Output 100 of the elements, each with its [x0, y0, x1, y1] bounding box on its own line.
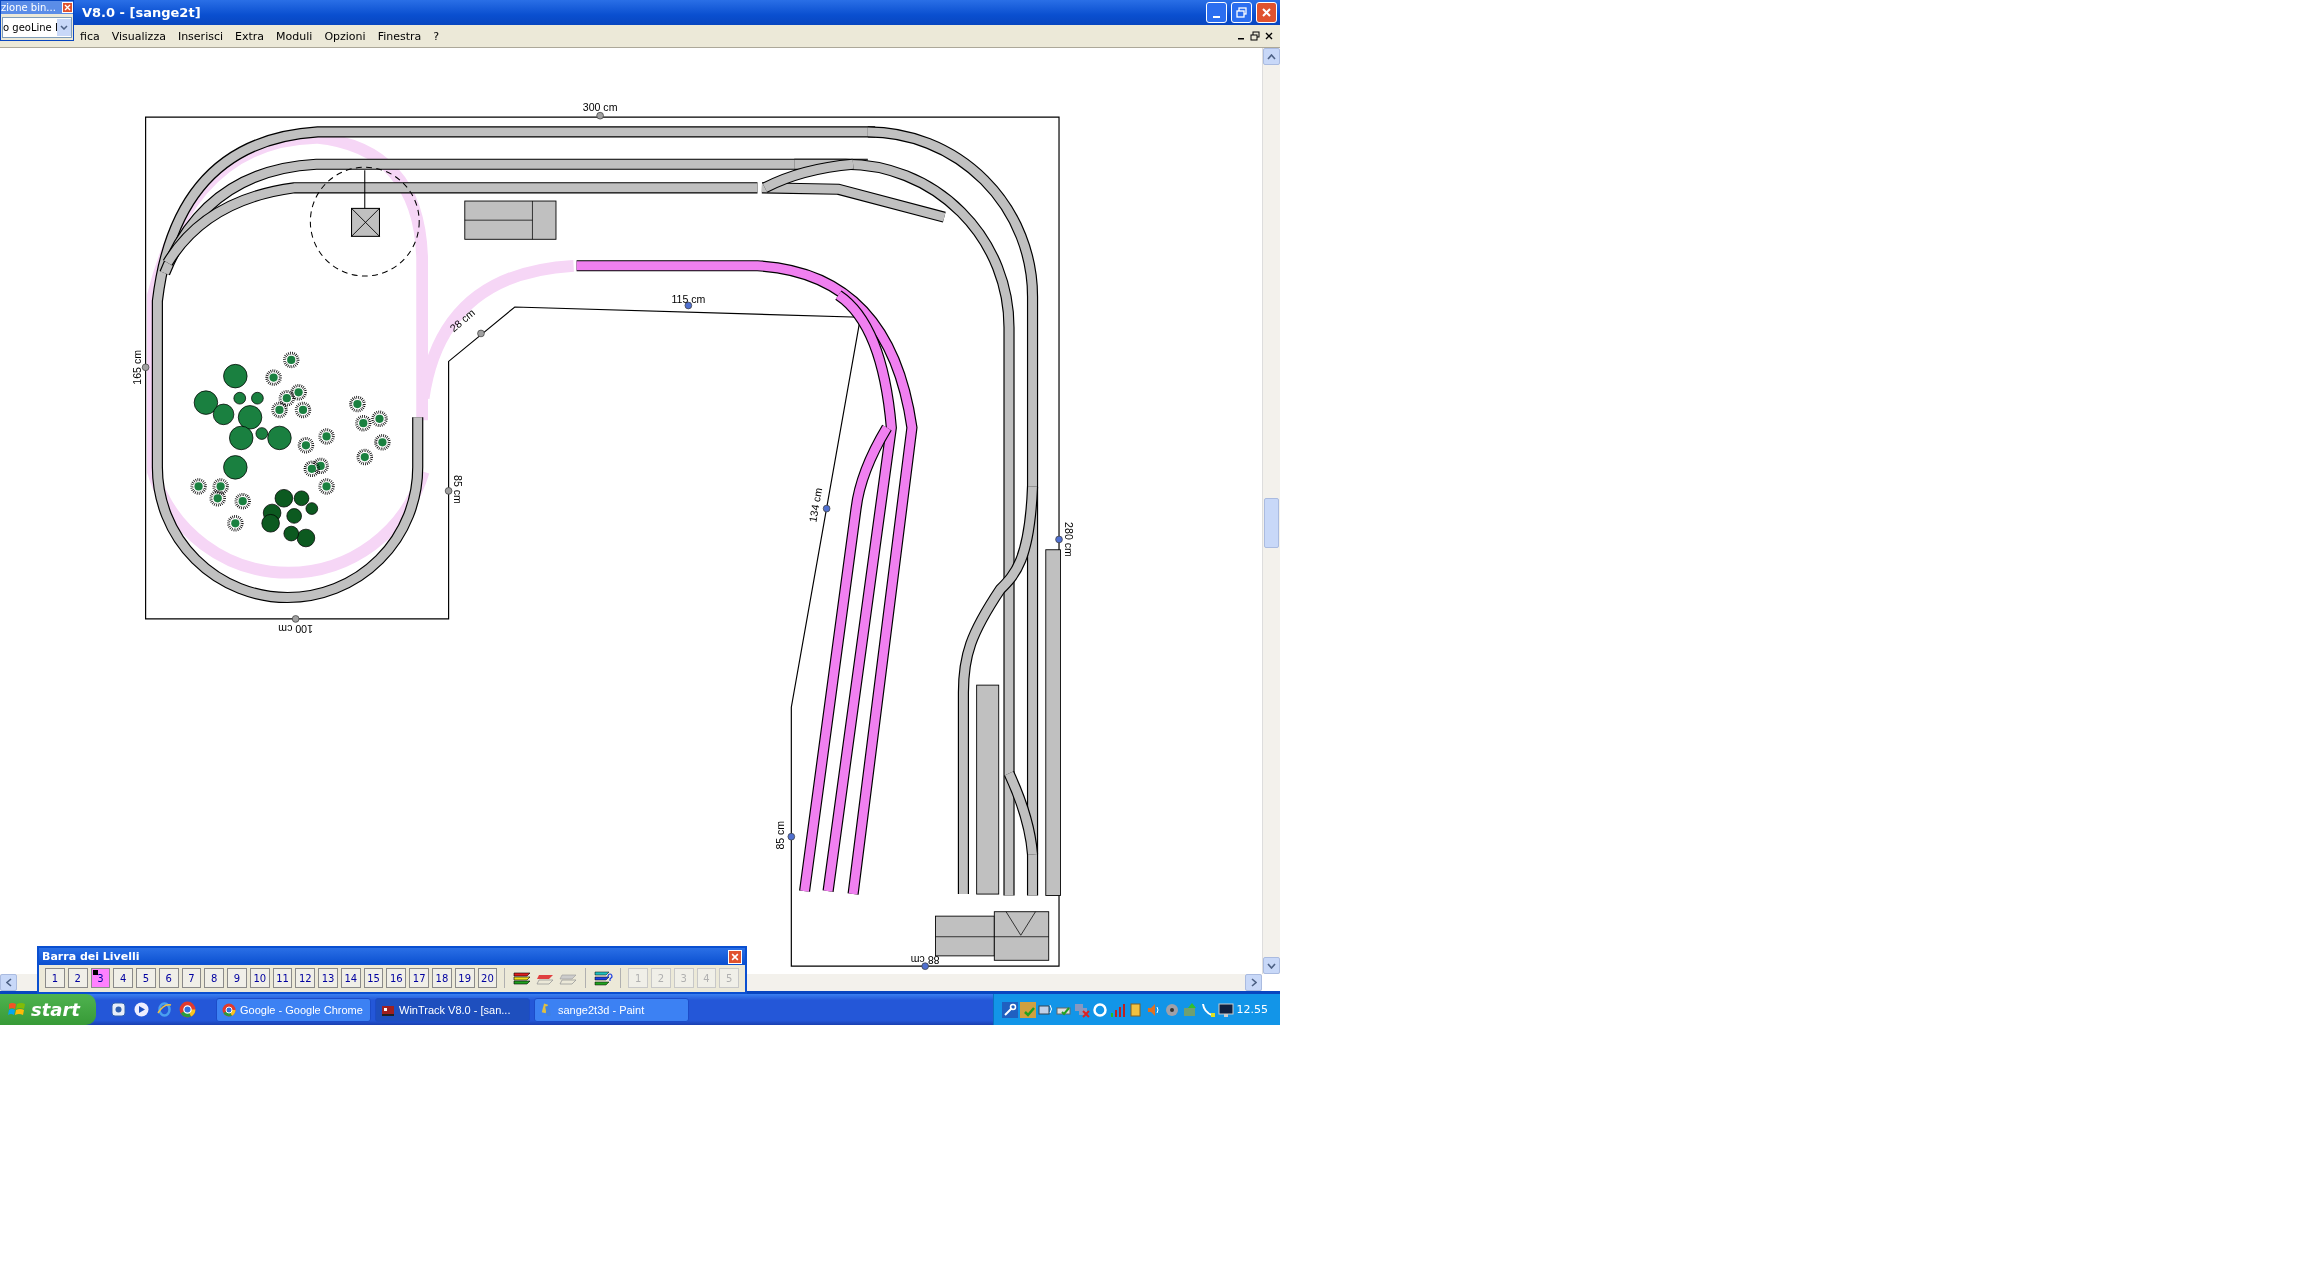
scroll-up-button[interactable]: [1263, 48, 1280, 65]
monitor-icon[interactable]: [1218, 1001, 1234, 1018]
dimension-label: 100 cm: [278, 622, 313, 635]
close-button[interactable]: [728, 949, 742, 964]
level-button[interactable]: 3: [90, 968, 111, 988]
chrome-icon[interactable]: [179, 1001, 196, 1018]
level-button[interactable]: 11: [272, 968, 293, 988]
dimension-label: 134 cm: [806, 486, 825, 524]
close-button[interactable]: [1256, 2, 1277, 23]
tree: [190, 478, 207, 495]
menu-item[interactable]: Finestra: [371, 29, 428, 43]
toolbar-title: Barra dei Livelli: [42, 950, 140, 963]
close-icon: [1261, 7, 1272, 18]
level-button[interactable]: 6: [158, 968, 179, 988]
dimension-handle[interactable]: [1055, 535, 1063, 544]
tree: [355, 414, 372, 432]
paint-brush-icon: [540, 1002, 554, 1017]
wrench-icon[interactable]: [1002, 1001, 1018, 1018]
arrow-up-icon: [1267, 53, 1276, 60]
dimension-handle[interactable]: [921, 962, 929, 970]
level-button[interactable]: 14: [340, 968, 361, 988]
level-button[interactable]: 2: [67, 968, 88, 988]
clock: 12.55: [1236, 1003, 1269, 1016]
dimension-handle[interactable]: [477, 329, 485, 338]
layers-icon[interactable]: [593, 969, 614, 987]
tree: [271, 401, 288, 419]
taskbar-button[interactable]: WinTrack V8.0 - [san...: [375, 997, 530, 1022]
layers-icon[interactable]: [512, 969, 533, 987]
tree: [293, 490, 310, 506]
dimension-handle[interactable]: [596, 111, 604, 120]
close-icon: [64, 4, 71, 11]
scroll-right-button[interactable]: [1245, 974, 1262, 991]
tree: [318, 478, 335, 495]
menu-item[interactable]: Visualizza: [105, 29, 172, 43]
close-icon: [731, 952, 739, 961]
level-button[interactable]: 20: [477, 968, 498, 988]
level-button[interactable]: 8: [204, 968, 225, 988]
level-button[interactable]: 5: [136, 968, 156, 988]
dimension-handle[interactable]: [822, 504, 831, 513]
tree: [374, 434, 391, 451]
restore-icon: [1236, 7, 1247, 18]
close-button[interactable]: [62, 2, 73, 13]
minimize-icon: [1213, 15, 1220, 18]
tool-window-title: zione bin...: [1, 2, 56, 13]
level-button[interactable]: 13: [318, 968, 338, 988]
dimension-handle[interactable]: [787, 832, 796, 841]
menu-item[interactable]: ?: [427, 29, 446, 43]
tree: [318, 428, 335, 445]
close-icon[interactable]: [1264, 31, 1274, 41]
tree: [283, 351, 300, 369]
disc-icon[interactable]: [1164, 1001, 1180, 1018]
tree: [349, 395, 366, 413]
menu-item[interactable]: Inserisci: [171, 29, 230, 43]
taskbar-button[interactable]: sange2t3d - Paint: [534, 997, 689, 1022]
level-button[interactable]: 16: [386, 968, 407, 988]
scroll-down-button[interactable]: [1263, 957, 1280, 974]
media-player-icon[interactable]: [133, 1001, 150, 1018]
level-button[interactable]: 18: [432, 968, 452, 988]
level-button[interactable]: 12: [295, 968, 316, 988]
refresh-icon[interactable]: [1092, 1001, 1108, 1018]
tree: [209, 490, 226, 507]
dimension-label: 115 cm: [671, 292, 706, 305]
menu-item[interactable]: fica: [74, 29, 106, 43]
level-button[interactable]: 19: [454, 968, 475, 988]
restore-button[interactable]: [1231, 2, 1252, 23]
menu-item[interactable]: Extra: [229, 29, 271, 43]
taskbar-button[interactable]: Google - Google Chrome: [216, 997, 371, 1022]
menu-item[interactable]: Moduli: [270, 29, 319, 43]
vertical-scrollbar[interactable]: [1262, 48, 1280, 974]
tree: [283, 525, 299, 542]
scroll-thumb[interactable]: [1264, 498, 1279, 548]
tree: [296, 528, 316, 548]
level-button[interactable]: 17: [409, 968, 429, 988]
dimension-handle[interactable]: [444, 487, 453, 495]
signal-bars-icon[interactable]: [1110, 1001, 1126, 1018]
database-icon[interactable]: [1128, 1001, 1144, 1018]
tree: [227, 515, 244, 532]
tree: [286, 508, 302, 524]
check-icon[interactable]: [1020, 1001, 1036, 1018]
dimension-handle[interactable]: [684, 301, 693, 310]
tree: [261, 514, 280, 533]
dropdown-field[interactable]: o geoLine I: [2, 17, 72, 38]
level-button[interactable]: 15: [363, 968, 384, 988]
level-button[interactable]: 9: [227, 968, 247, 988]
browser-icon[interactable]: [156, 1001, 173, 1018]
menu-item[interactable]: Opzioni: [318, 29, 372, 43]
level-button[interactable]: 1: [45, 968, 65, 988]
app-icon[interactable]: [110, 1001, 127, 1018]
restore-icon[interactable]: [1250, 31, 1260, 41]
tree: [294, 401, 312, 419]
arrow-right-icon: [1250, 978, 1257, 987]
dimension-label: 165 cm: [131, 349, 144, 385]
dimension-handle[interactable]: [141, 363, 150, 372]
arrow-left-icon: [5, 978, 12, 987]
level-button[interactable]: 10: [249, 968, 270, 988]
minimize-button[interactable]: [1206, 2, 1227, 23]
scroll-left-button[interactable]: [0, 974, 17, 991]
level-button[interactable]: 4: [113, 968, 134, 988]
level-button[interactable]: 7: [181, 968, 202, 988]
dimension-handle[interactable]: [291, 615, 300, 623]
